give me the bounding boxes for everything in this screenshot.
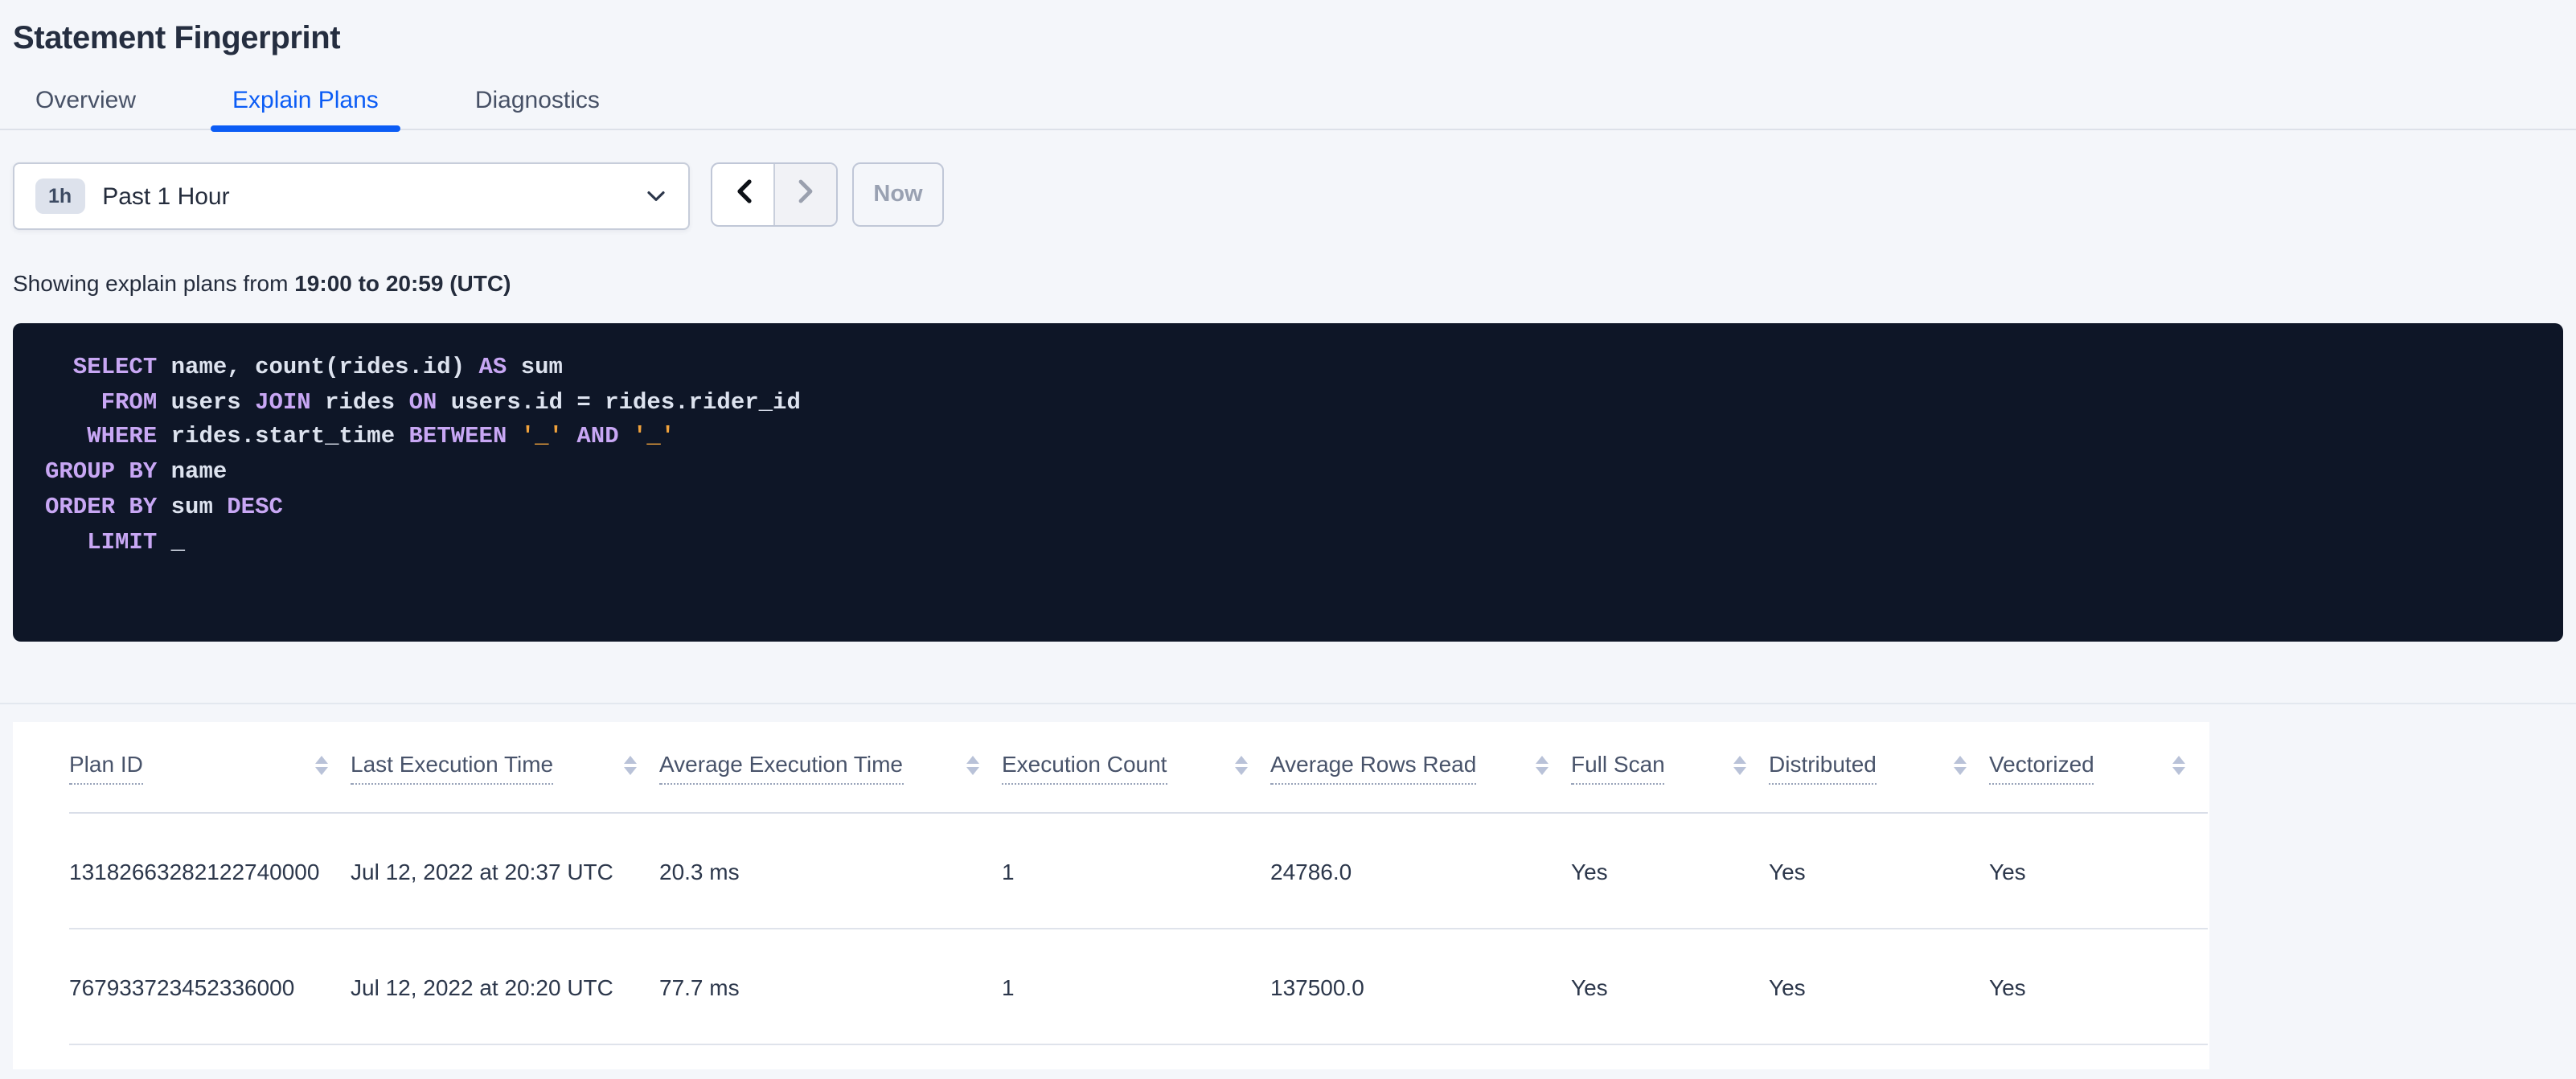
column-header-label[interactable]: Average Execution Time (659, 750, 903, 784)
sql-code: SELECT name, count(rides.id) AS sum FROM… (45, 352, 2531, 561)
table-row[interactable]: 13182663282122740000 Jul 12, 2022 at 20:3… (69, 813, 2208, 929)
sql-token: sum (507, 355, 563, 381)
time-range-label: Past 1 Hour (102, 183, 230, 210)
sql-token: WHERE (45, 425, 158, 451)
table-cell: Yes (1769, 929, 1989, 1045)
showing-plans-range: 19:00 to 20:59 (UTC) (294, 270, 511, 296)
table-cell: Yes (1571, 813, 1769, 929)
column-header-execution-count[interactable]: Execution Count (1002, 722, 1270, 814)
column-header-full-scan[interactable]: Full Scan (1571, 722, 1769, 814)
table-header-row: Plan ID Last Execution Time Average Execut… (69, 722, 2208, 814)
sql-token: GROUP BY (45, 460, 158, 486)
sql-token: ON (408, 390, 437, 416)
table-row[interactable]: 767933723452336000 Jul 12, 2022 at 20:20 … (69, 929, 2208, 1045)
table-cell: 767933723452336000 (69, 929, 351, 1045)
column-header-average-rows-read[interactable]: Average Rows Read (1270, 722, 1571, 814)
time-range-dropdown[interactable]: 1h Past 1 Hour (13, 162, 690, 230)
sort-arrows-icon[interactable] (1235, 755, 1248, 779)
table-cell: Yes (1769, 813, 1989, 929)
table-cell: 24786.0 (1270, 813, 1571, 929)
table-cell: Yes (1989, 813, 2208, 929)
page-title: Statement Fingerprint (13, 21, 341, 56)
explain-plans-section: Plan ID Last Execution Time Average Execut… (0, 703, 2576, 1069)
column-header-label[interactable]: Plan ID (69, 750, 143, 784)
showing-plans-text: Showing explain plans from 19:00 to 20:5… (13, 270, 2563, 297)
time-stepper (711, 162, 838, 227)
next-time-button[interactable] (773, 164, 836, 225)
column-header-label[interactable]: Last Execution Time (351, 750, 554, 784)
sql-token: SELECT (45, 355, 158, 381)
table-cell: Jul 12, 2022 at 20:20 UTC (351, 929, 659, 1045)
sql-token: ORDER BY (45, 494, 158, 521)
sort-arrows-icon[interactable] (1733, 755, 1746, 779)
sql-token: '_' (520, 425, 563, 451)
column-header-distributed[interactable]: Distributed (1769, 722, 1989, 814)
chevron-down-icon (646, 190, 666, 203)
sql-token: name, count(rides.id) (157, 355, 479, 381)
column-header-label[interactable]: Distributed (1769, 750, 1877, 784)
sql-statement-box: SELECT name, count(rides.id) AS sum FROM… (13, 323, 2563, 642)
table-cell: 13182663282122740000 (69, 813, 351, 929)
time-range-badge: 1h (35, 178, 85, 215)
sql-token: LIMIT (45, 530, 158, 556)
sql-token: rides.start_time (157, 425, 409, 451)
column-header-label[interactable]: Vectorized (1989, 750, 2094, 784)
column-header-label[interactable]: Average Rows Read (1270, 750, 1477, 784)
sql-token: '_' (633, 425, 675, 451)
tab-diagnostics[interactable]: Diagnostics (453, 71, 622, 129)
column-header-label[interactable]: Execution Count (1002, 750, 1167, 784)
sort-arrows-icon[interactable] (2172, 755, 2185, 779)
sql-token: name (157, 460, 228, 486)
sql-token: BETWEEN (408, 425, 507, 451)
showing-plans-prefix: Showing explain plans from (13, 270, 295, 296)
sql-token: JOIN (255, 390, 311, 416)
sort-arrows-icon[interactable] (315, 755, 328, 779)
table-cell: 20.3 ms (659, 813, 1002, 929)
column-header-plan-id[interactable]: Plan ID (69, 722, 351, 814)
column-header-average-execution-time[interactable]: Average Execution Time (659, 722, 1002, 814)
sql-token: users (157, 390, 256, 416)
table-cell: Yes (1571, 929, 1769, 1045)
table-body: 13182663282122740000 Jul 12, 2022 at 20:3… (69, 813, 2208, 1045)
table-cell: 1 (1002, 813, 1270, 929)
table-cell: Jul 12, 2022 at 20:37 UTC (351, 813, 659, 929)
explain-plans-card: Plan ID Last Execution Time Average Execut… (13, 722, 2209, 1069)
tab-overview[interactable]: Overview (13, 71, 158, 129)
sort-arrows-icon[interactable] (966, 755, 979, 779)
sql-token: users.id = rides.rider_id (437, 390, 801, 416)
statement-fingerprint-page: Statement Fingerprint Overview Explain Pl… (0, 0, 2576, 1079)
sql-token: DESC (227, 494, 283, 521)
sql-token: sum (157, 494, 228, 521)
sql-token: FROM (45, 390, 158, 416)
tab-explain-plans[interactable]: Explain Plans (210, 71, 401, 132)
sort-arrows-icon[interactable] (1954, 755, 1967, 779)
prev-time-button[interactable] (712, 164, 773, 225)
explain-plans-table: Plan ID Last Execution Time Average Execut… (69, 722, 2208, 1045)
table-cell: 137500.0 (1270, 929, 1571, 1045)
tab-bar: Overview Explain Plans Diagnostics (0, 71, 2576, 132)
table-cell: 77.7 ms (659, 929, 1002, 1045)
sql-token: AS (478, 355, 507, 381)
sql-token: AND (576, 425, 619, 451)
sql-token: rides (310, 390, 409, 416)
table-cell: Yes (1989, 929, 2208, 1045)
chevron-right-icon (797, 178, 814, 211)
chevron-left-icon (734, 178, 752, 211)
sort-arrows-icon[interactable] (1536, 755, 1548, 779)
column-header-vectorized[interactable]: Vectorized (1989, 722, 2208, 814)
column-header-last-execution-time[interactable]: Last Execution Time (351, 722, 659, 814)
column-header-label[interactable]: Full Scan (1571, 750, 1665, 784)
table-cell: 1 (1002, 929, 1270, 1045)
time-controls: 1h Past 1 Hour Now (13, 162, 2563, 230)
sort-arrows-icon[interactable] (624, 755, 637, 779)
sql-token: _ (157, 530, 186, 556)
now-button[interactable]: Now (852, 162, 944, 227)
